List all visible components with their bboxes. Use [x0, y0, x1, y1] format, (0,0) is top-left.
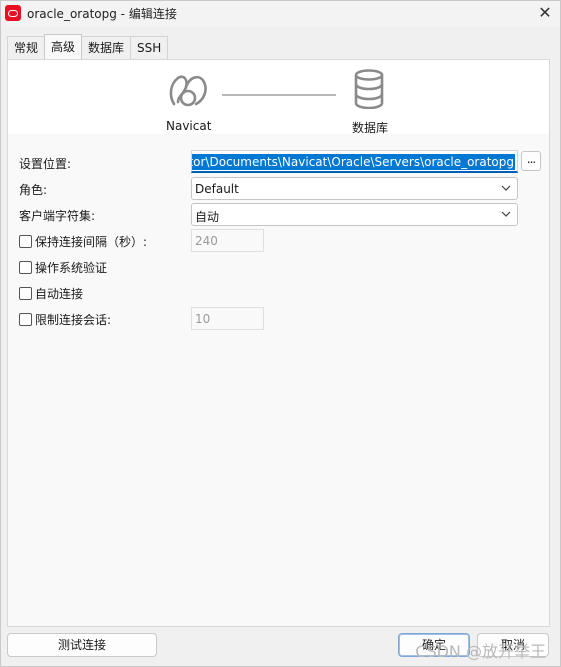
keepalive-checkbox[interactable]: [19, 234, 32, 248]
chevron-down-icon: [501, 211, 511, 217]
limit-sessions-input[interactable]: 10: [191, 307, 264, 330]
tab-database[interactable]: 数据库: [81, 36, 132, 59]
role-select[interactable]: Default: [191, 177, 518, 200]
client-charset-value: 自动: [195, 210, 220, 224]
settings-location-input[interactable]: ator\Documents\Navicat\Oracle\Servers\or…: [191, 150, 518, 173]
role-label: 角色:: [19, 183, 48, 197]
tab-advanced[interactable]: 高级: [44, 34, 83, 59]
close-button[interactable]: ✕: [530, 1, 560, 27]
client-charset-label: 客户端字符集:: [19, 209, 96, 223]
settings-location-label: 设置位置:: [19, 157, 72, 171]
os-auth-checkbox[interactable]: [19, 260, 32, 274]
os-auth-checkbox-row[interactable]: 操作系统验证: [19, 259, 107, 275]
edit-connection-window: oracle_oratopg - 编辑连接 ✕ 常规 高级 数据库 SSH Na…: [0, 0, 561, 667]
navicat-label: Navicat: [166, 119, 212, 133]
test-connection-button[interactable]: 测试连接: [7, 633, 157, 657]
tab-ssh[interactable]: SSH: [130, 36, 169, 59]
connection-diagram: Navicat 数据库: [8, 60, 549, 135]
navicat-logo-icon: [169, 75, 207, 107]
connection-line: [222, 94, 336, 96]
advanced-panel: Navicat 数据库 设置位置: ator\Documents\Navicat…: [7, 59, 550, 627]
keepalive-label: 保持连接间隔（秒）:: [35, 234, 148, 249]
keepalive-interval-input[interactable]: 240: [191, 229, 264, 252]
auto-connect-checkbox[interactable]: [19, 286, 32, 300]
csdn-watermark: CSDN @放开举王: [415, 642, 546, 661]
chevron-down-icon: [501, 185, 511, 191]
limit-sessions-checkbox[interactable]: [19, 312, 32, 326]
limit-sessions-label: 限制连接会话:: [35, 312, 112, 327]
client-charset-select[interactable]: 自动: [191, 203, 518, 226]
title-bar: oracle_oratopg - 编辑连接 ✕: [1, 1, 560, 27]
database-icon: [354, 69, 384, 109]
limit-sessions-checkbox-row[interactable]: 限制连接会话:: [19, 311, 111, 327]
browse-button[interactable]: ...: [521, 151, 541, 171]
os-auth-label: 操作系统验证: [35, 260, 108, 275]
tab-bar: 常规 高级 数据库 SSH: [7, 34, 169, 60]
oracle-app-icon: [5, 5, 21, 21]
auto-connect-checkbox-row[interactable]: 自动连接: [19, 285, 83, 301]
auto-connect-label: 自动连接: [35, 286, 84, 301]
keepalive-checkbox-row[interactable]: 保持连接间隔（秒）:: [19, 233, 147, 249]
settings-location-value: ator\Documents\Navicat\Oracle\Servers\or…: [192, 154, 515, 170]
tab-general[interactable]: 常规: [7, 36, 46, 59]
window-title: oracle_oratopg - 编辑连接: [27, 7, 177, 21]
database-label: 数据库: [352, 121, 389, 135]
role-value: Default: [195, 182, 239, 196]
